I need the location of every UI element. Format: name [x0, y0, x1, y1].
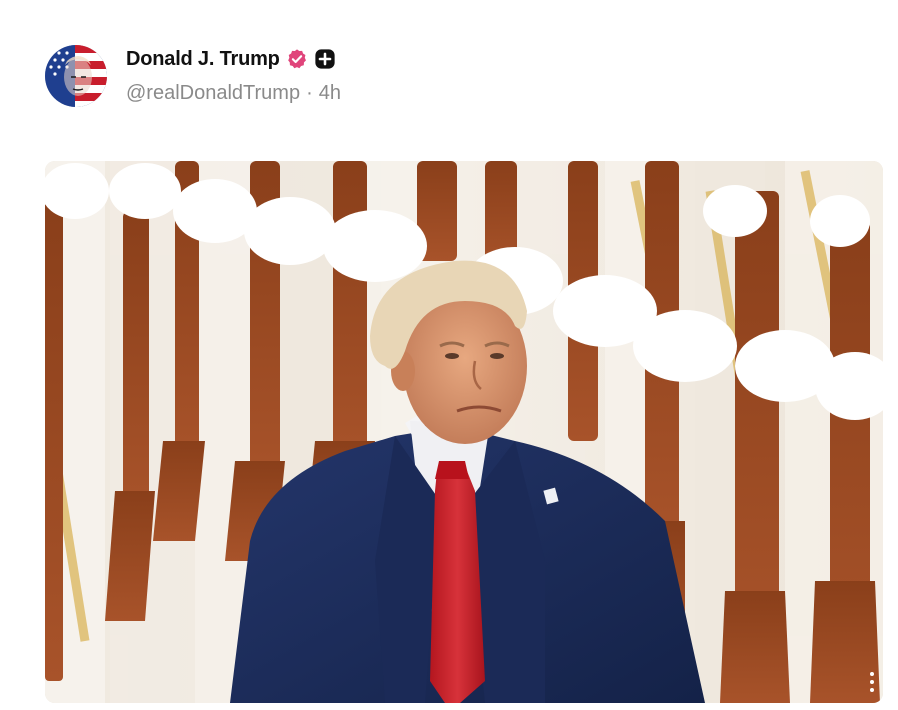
- post-timestamp[interactable]: 4h: [319, 82, 341, 105]
- author-display-name[interactable]: Donald J. Trump: [126, 48, 280, 71]
- author-name-row: Donald J. Trump: [126, 45, 336, 73]
- post-photo: [45, 161, 883, 703]
- social-post: Donald J. Trump @realDonaldTrump · 4h: [0, 0, 898, 710]
- verified-badge-icon: [286, 48, 308, 70]
- author-handle[interactable]: @realDonaldTrump: [126, 82, 300, 105]
- post-image[interactable]: [45, 161, 883, 703]
- plus-badge-icon: [314, 48, 336, 70]
- meta-separator: ·: [306, 82, 313, 104]
- author-meta: @realDonaldTrump · 4h: [126, 82, 341, 105]
- more-vertical-icon[interactable]: [867, 671, 877, 693]
- author-avatar[interactable]: [45, 45, 107, 107]
